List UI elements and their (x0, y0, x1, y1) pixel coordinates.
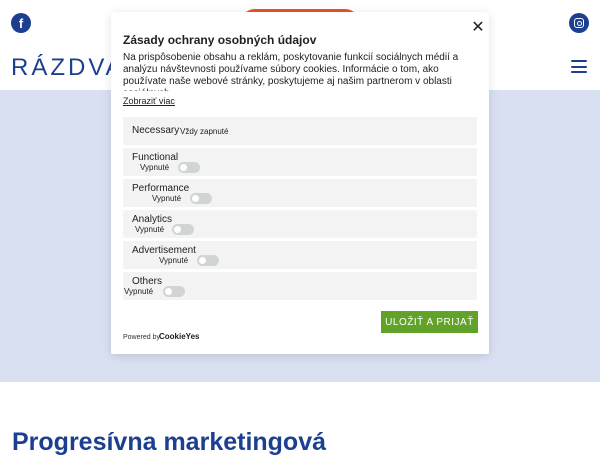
category-label: Performance (132, 183, 190, 194)
category-necessary[interactable]: Necessary Vždy zapnuté (123, 117, 477, 145)
modal-description: Na prispôsobenie obsahu a reklám, poskyt… (123, 52, 459, 91)
category-label: Necessary (132, 125, 180, 136)
page-headline: Progresívna marketingová (12, 428, 327, 456)
category-label: Analytics (132, 214, 173, 225)
category-label: Functional (132, 152, 179, 163)
toggle-state-label: Vypnuté (135, 225, 165, 234)
hamburger-menu-icon[interactable] (571, 60, 587, 73)
toggle-state-label: Vypnuté (159, 256, 189, 265)
show-more-link[interactable]: Zobraziť viac (123, 96, 175, 106)
category-label: Others (132, 276, 163, 287)
toggle-state-label: Vypnuté (140, 163, 170, 172)
category-functional[interactable]: Functional Vypnuté (123, 148, 477, 176)
powered-by-label: Powered by (123, 334, 160, 341)
category-others[interactable]: Others Vypnuté (123, 272, 477, 300)
toggle-state-label: Vypnuté (152, 194, 182, 203)
category-label: Advertisement (132, 245, 196, 256)
category-advertisement[interactable]: Advertisement Vypnuté (123, 241, 477, 269)
others-toggle[interactable] (163, 286, 185, 297)
analytics-toggle[interactable] (172, 224, 194, 235)
functional-toggle[interactable] (178, 162, 200, 173)
category-performance[interactable]: Performance Vypnuté (123, 179, 477, 207)
cookieyes-logo[interactable]: CookieYes (159, 332, 199, 341)
facebook-icon[interactable]: f (11, 13, 31, 33)
always-on-label: Vždy zapnuté (180, 127, 229, 136)
advertisement-toggle[interactable] (197, 255, 219, 266)
category-analytics[interactable]: Analytics Vypnuté (123, 210, 477, 238)
description-scroll-area[interactable]: Na prispôsobenie obsahu a reklám, poskyt… (123, 52, 481, 91)
cookie-consent-modal: ✕ Zásady ochrany osobných údajov Na pris… (111, 12, 489, 354)
toggle-state-label: Vypnuté (124, 287, 154, 296)
performance-toggle[interactable] (190, 193, 212, 204)
site-logo[interactable]: RÁZDVA (11, 54, 125, 82)
modal-title: Zásady ochrany osobných údajov (123, 33, 317, 47)
instagram-icon[interactable] (569, 13, 589, 33)
save-and-accept-button[interactable]: ULOŽIŤ A PRIJAŤ (381, 311, 478, 333)
close-icon[interactable]: ✕ (471, 19, 485, 35)
